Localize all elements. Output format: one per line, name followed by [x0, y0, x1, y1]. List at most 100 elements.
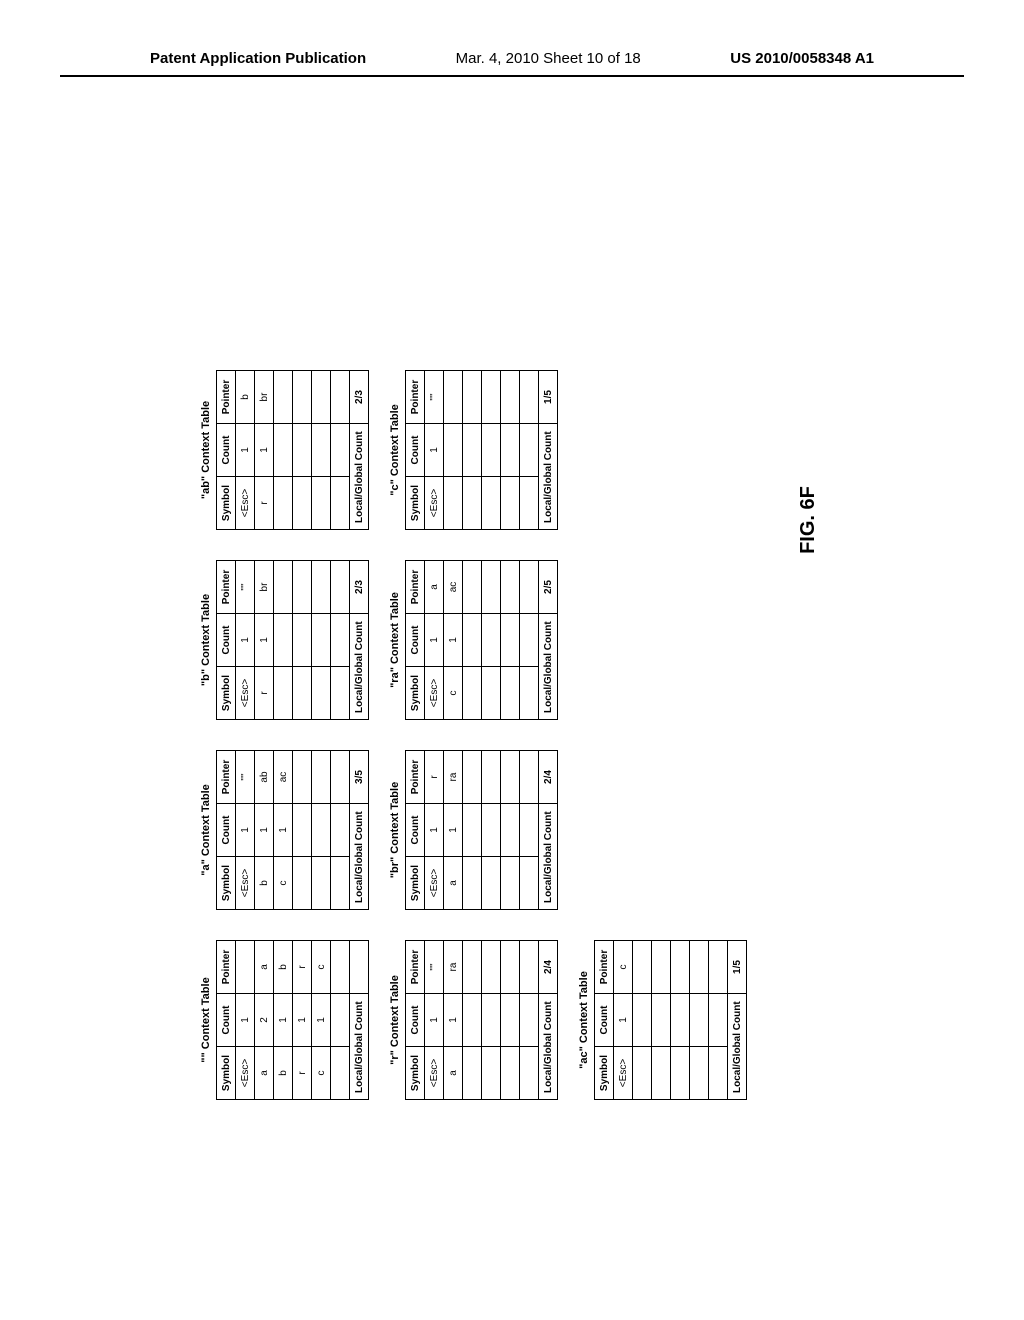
table-cell	[501, 857, 520, 910]
table-cell	[312, 561, 331, 614]
table-row	[520, 371, 539, 530]
table-cell: 1	[255, 804, 274, 857]
table-cell	[331, 1047, 350, 1100]
table-title: "r" Context Table	[389, 940, 401, 1100]
table-cell	[293, 804, 312, 857]
table-cell: <Esc>	[236, 477, 255, 530]
table-row-group: "" Context TableSymbolCountPointer<Esc>1…	[200, 0, 369, 1100]
table-row	[709, 941, 728, 1100]
table-cell	[501, 561, 520, 614]
table-cell	[331, 857, 350, 910]
table-cell	[501, 994, 520, 1047]
footer-row: Local/Global Count3/5	[350, 751, 369, 910]
table-row	[633, 941, 652, 1100]
table-row-group: "ac" Context TableSymbolCountPointer<Esc…	[578, 0, 747, 1100]
table-cell: 1	[274, 994, 293, 1047]
table-cell	[312, 857, 331, 910]
table-cell: 2	[255, 994, 274, 1047]
table-cell	[312, 371, 331, 424]
table-cell: r	[255, 477, 274, 530]
footer-label: Local/Global Count	[350, 994, 369, 1100]
footer-value: 1/5	[539, 371, 558, 424]
table-cell	[482, 614, 501, 667]
table-cell: 1	[293, 994, 312, 1047]
context-table: "ac" Context TableSymbolCountPointer<Esc…	[578, 940, 747, 1100]
table-cell	[463, 561, 482, 614]
table-cell	[331, 561, 350, 614]
context-table: "b" Context TableSymbolCountPointer<Esc>…	[200, 560, 369, 720]
table-cell	[274, 614, 293, 667]
table-cell	[633, 1047, 652, 1100]
table-cell	[520, 941, 539, 994]
table-cell	[312, 424, 331, 477]
table-row	[501, 941, 520, 1100]
table-cell	[463, 994, 482, 1047]
footer-row: Local/Global Count	[350, 941, 369, 1100]
table-cell	[331, 614, 350, 667]
table-cell: c	[312, 1047, 331, 1100]
table-cell	[520, 614, 539, 667]
table-row: a1ra	[444, 751, 463, 910]
table-cell: 1	[236, 424, 255, 477]
column-header: Symbol	[406, 477, 425, 530]
table-row	[274, 371, 293, 530]
column-header: Symbol	[217, 667, 236, 720]
footer-label: Local/Global Count	[350, 804, 369, 910]
footer-label: Local/Global Count	[539, 804, 558, 910]
tables-area: "" Context TableSymbolCountPointer<Esc>1…	[180, 0, 767, 1120]
table-title: "ac" Context Table	[578, 940, 590, 1100]
table-cell	[444, 424, 463, 477]
table-row	[501, 751, 520, 910]
table-cell	[520, 371, 539, 424]
column-header: Count	[217, 994, 236, 1047]
table-cell	[331, 941, 350, 994]
table-cell: 1	[255, 614, 274, 667]
table-row	[652, 941, 671, 1100]
table-cell: <Esc>	[425, 857, 444, 910]
table-row	[520, 751, 539, 910]
table-cell	[463, 614, 482, 667]
table-cell: r	[425, 751, 444, 804]
table-cell	[293, 561, 312, 614]
table-row	[312, 561, 331, 720]
footer-row: Local/Global Count2/3	[350, 561, 369, 720]
table-cell	[520, 1047, 539, 1100]
table-title: "b" Context Table	[200, 560, 212, 720]
table-cell: <Esc>	[236, 857, 255, 910]
table-cell	[671, 941, 690, 994]
table-cell	[463, 371, 482, 424]
figure-label: FIG. 6F	[797, 0, 820, 1120]
table-row	[520, 941, 539, 1100]
table-row: r1r	[293, 941, 312, 1100]
table-cell: 1	[312, 994, 331, 1047]
context-table: "ra" Context Table SymbolCountPointer<Esc…	[389, 560, 558, 720]
table-cell	[331, 804, 350, 857]
table-cell: a	[255, 1047, 274, 1100]
table-cell	[520, 804, 539, 857]
column-header: Symbol	[217, 1047, 236, 1100]
table: SymbolCountPointer<Esc>1ac1acLocal/Globa…	[405, 560, 558, 720]
table-cell: c	[274, 857, 293, 910]
table-cell: c	[614, 941, 633, 994]
table-cell	[501, 804, 520, 857]
table-cell	[520, 667, 539, 720]
table-row: <Esc>1""	[425, 941, 444, 1100]
table-cell: br	[255, 371, 274, 424]
table-row: <Esc>1""	[236, 561, 255, 720]
table-cell	[501, 1047, 520, 1100]
figure-content: "" Context TableSymbolCountPointer<Esc>1…	[180, 0, 820, 1120]
table-row	[312, 371, 331, 530]
table-cell: 1	[614, 994, 633, 1047]
table: SymbolCountPointer<Esc>1a2ab1br1rc1cLoca…	[216, 940, 369, 1100]
context-table: "c" Context TableSymbolCountPointer<Esc>…	[389, 370, 558, 530]
column-header: Pointer	[217, 371, 236, 424]
table-cell	[293, 857, 312, 910]
table-title: "ra" Context Table	[389, 560, 401, 720]
table-cell: <Esc>	[614, 1047, 633, 1100]
table-cell: ""	[236, 561, 255, 614]
table-row	[690, 941, 709, 1100]
table-row	[501, 371, 520, 530]
column-header: Count	[406, 994, 425, 1047]
table-cell	[331, 477, 350, 530]
table-row: <Esc>1c	[614, 941, 633, 1100]
